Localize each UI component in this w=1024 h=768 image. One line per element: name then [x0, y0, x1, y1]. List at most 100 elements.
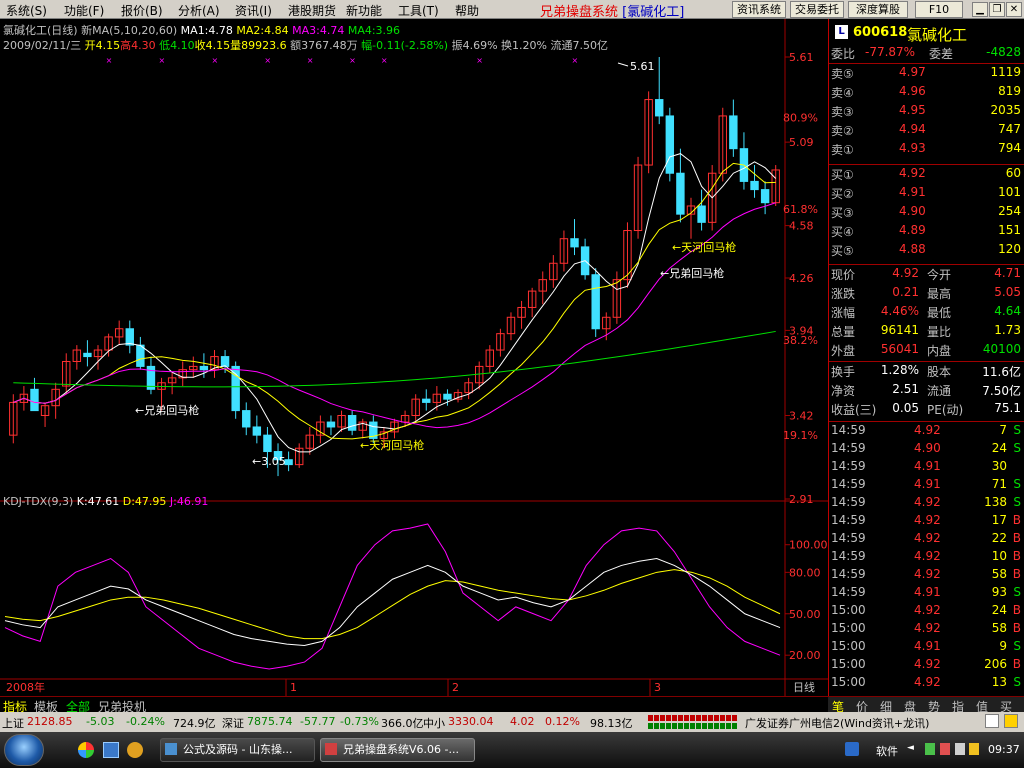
tray-expand-icon[interactable]: ◄ — [907, 743, 914, 753]
buy-price: 4.91 — [899, 185, 926, 199]
f10-button[interactable]: F10 — [915, 1, 963, 18]
task-formula[interactable]: 公式及源码 - 山东操... — [160, 738, 315, 762]
fund-value: 1.28% — [880, 363, 919, 377]
candle-body — [347, 415, 357, 431]
tick-time: 15:00 — [831, 675, 866, 689]
candle-body — [83, 352, 92, 358]
menu-analysis[interactable]: 分析(A) — [178, 2, 220, 19]
panel-divider — [829, 421, 1024, 422]
buy-volume: 151 — [998, 223, 1021, 237]
info-system-button[interactable]: 资讯系统 — [732, 1, 786, 18]
tick-price: 4.91 — [914, 585, 941, 599]
tick-volume: 24 — [991, 603, 1007, 617]
start-button[interactable] — [4, 734, 44, 766]
connection-icon[interactable] — [985, 714, 999, 728]
desktop-icon[interactable] — [103, 742, 119, 758]
buy-label: 买⑤ — [831, 244, 854, 258]
tick-volume: 93 — [991, 585, 1007, 599]
sh-index: 2128.85 — [27, 715, 73, 728]
sz-change: -57.77 — [300, 715, 336, 728]
tick-price: 4.91 — [914, 459, 941, 473]
app-icon[interactable] — [127, 742, 143, 758]
stat-value: 56041 — [880, 342, 919, 356]
candle-body — [125, 328, 134, 346]
menu-hk-futures[interactable]: 港股期货 — [288, 2, 336, 19]
sh-pct: -0.24% — [126, 715, 165, 728]
tick-volume: 10 — [991, 549, 1007, 563]
browser-icon[interactable] — [78, 742, 94, 758]
task-trading-system[interactable]: 兄弟操盘系统V6.06 -... — [320, 738, 475, 762]
stat-label: 最低 — [927, 306, 952, 320]
menu-tools[interactable]: 工具(T) — [398, 2, 439, 19]
alert-icon[interactable] — [1004, 714, 1018, 728]
fib-pct-label: 38.2% — [783, 334, 818, 347]
menu-system[interactable]: 系统(S) — [6, 2, 47, 19]
stock-name: 氯碱化工 — [907, 26, 968, 44]
fund-row: 净资 2.51 流通 7.50亿 — [829, 381, 1024, 399]
candle-body — [750, 180, 759, 191]
restore-icon[interactable]: ❐ — [989, 2, 1005, 17]
security-icon[interactable] — [940, 743, 950, 755]
sh-amount: 724.9亿 — [173, 717, 216, 730]
stat-label: 今开 — [927, 268, 952, 282]
menu-quote[interactable]: 报价(B) — [121, 2, 163, 19]
high-pointer — [617, 62, 629, 67]
chart-canvas[interactable]: 5.615.094.584.263.943.422.9180.9%61.8%38… — [0, 19, 828, 696]
candle-body — [760, 189, 770, 204]
weibi-value: -77.87% — [865, 45, 916, 59]
menu-function[interactable]: 功能(F) — [64, 2, 104, 19]
sell-volume: 794 — [998, 141, 1021, 155]
stock-tag: [氯碱化工] — [622, 5, 685, 20]
network-icon[interactable] — [925, 743, 935, 755]
close-icon[interactable]: ✕ — [1006, 2, 1022, 17]
kdj-axis-label: 50.00 — [789, 608, 821, 621]
tray-label[interactable]: 软件 — [876, 743, 898, 759]
time-axis-label: 2 — [452, 681, 459, 694]
menu-new-function[interactable]: 新功能 — [346, 2, 382, 19]
candle-body — [30, 388, 39, 412]
ma2-line — [13, 162, 776, 440]
annotation-label: ←兄弟回马枪 — [660, 266, 724, 280]
candle-body — [697, 205, 706, 223]
tick-price: 4.92 — [914, 531, 941, 545]
broker-info: 广发证券广州电信2(Wind资讯+龙讯) — [745, 717, 930, 730]
panel-divider — [829, 264, 1024, 265]
tick-time: 14:59 — [831, 549, 866, 563]
tick-row: 14:59 4.92 22 B — [829, 530, 1024, 548]
chart-area[interactable]: 5.61 5.09 4.58 4.26 3.94 3.42 2.91 80.9% 61.8% 38… — [0, 19, 828, 696]
fib-pct-label: 61.8% — [783, 203, 818, 216]
menu-help[interactable]: 帮助 — [455, 2, 479, 19]
tick-price: 4.92 — [914, 549, 941, 563]
stat-label: 量比 — [927, 325, 952, 339]
ime-icon[interactable] — [845, 742, 859, 756]
stat-row: 涨幅 4.46% 最低 4.64 — [829, 303, 1024, 321]
sell-row: 卖④ 4.96 819 — [829, 83, 1024, 101]
trade-order-button[interactable]: 交易委托 — [790, 1, 844, 18]
sz-index: 7875.74 — [247, 715, 293, 728]
price-axis-label: 2.91 — [789, 493, 814, 506]
annotation-label: ←天河回马枪 — [672, 240, 736, 254]
buy-volume: 101 — [998, 185, 1021, 199]
update-icon[interactable] — [969, 743, 979, 755]
fund-label: 换手 — [831, 365, 856, 379]
sell-price: 4.93 — [899, 141, 926, 155]
minimize-icon[interactable]: ▁ — [972, 2, 988, 17]
sell-volume: 819 — [998, 84, 1021, 98]
menu-info[interactable]: 资讯(I) — [235, 2, 272, 19]
buy-price: 4.90 — [899, 204, 926, 218]
tick-volume: 7 — [999, 423, 1007, 437]
fund-label: 净资 — [831, 384, 856, 398]
tick-time: 14:59 — [831, 423, 866, 437]
zx-pct: 0.12% — [545, 715, 580, 728]
stat-label: 最高 — [927, 287, 952, 301]
tick-price: 4.91 — [914, 639, 941, 653]
stat-value: 4.71 — [994, 266, 1021, 280]
tick-row: 14:59 4.91 71 S — [829, 476, 1024, 494]
clock[interactable]: 09:37 — [988, 743, 1020, 756]
volume-icon[interactable] — [955, 743, 965, 755]
sell-label: 卖⑤ — [831, 67, 854, 81]
buy-label: 买① — [831, 168, 854, 182]
fund-row: 收益(三) 0.05 PE(动) 75.1 — [829, 400, 1024, 418]
deep-calc-button[interactable]: 深度算股 — [848, 1, 908, 18]
signal-marker: × — [307, 56, 314, 65]
